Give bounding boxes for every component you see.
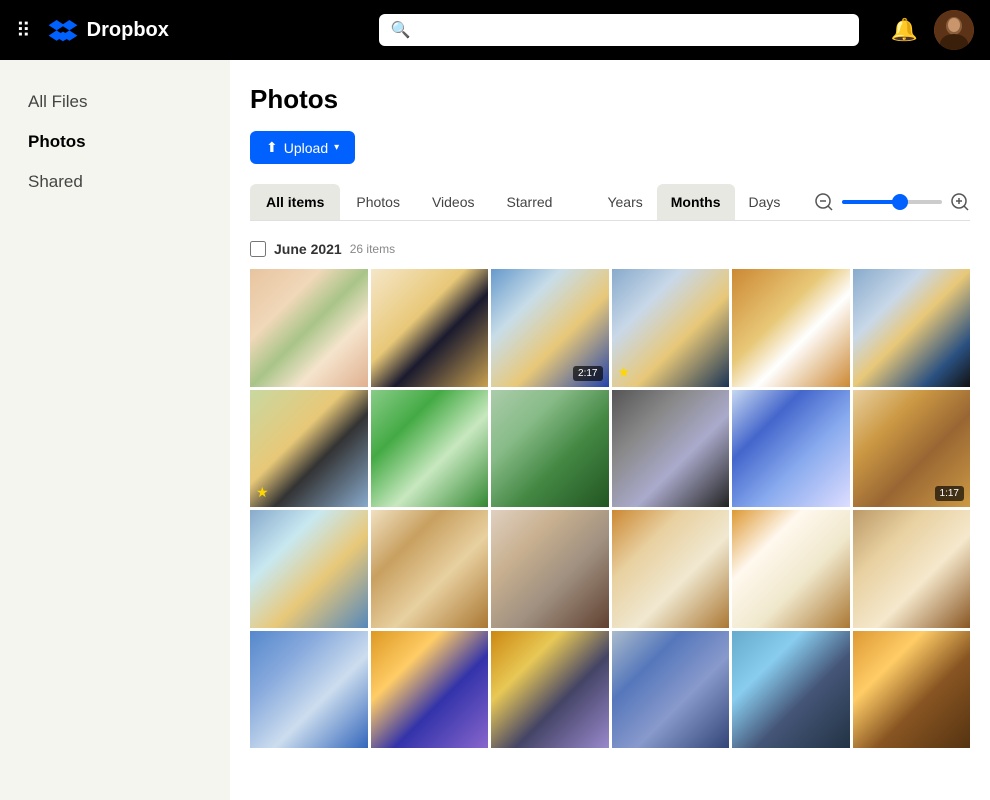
layout: All Files Photos Shared Photos ⬆ Upload … bbox=[0, 0, 990, 800]
sidebar-item-photos[interactable]: Photos bbox=[16, 124, 214, 160]
video-duration-badge-3: 2:17 bbox=[573, 366, 602, 381]
filter-starred[interactable]: Starred bbox=[491, 184, 569, 220]
filter-photos[interactable]: Photos bbox=[340, 184, 416, 220]
photo-cell-21[interactable] bbox=[491, 631, 609, 749]
photo-cell-18[interactable] bbox=[853, 510, 971, 628]
upload-button[interactable]: ⬆ Upload ▾ bbox=[250, 131, 355, 164]
page-title: Photos bbox=[250, 84, 970, 115]
photo-cell-1[interactable] bbox=[250, 269, 368, 387]
avatar[interactable] bbox=[934, 10, 974, 50]
photo-cell-3[interactable]: 2:17 bbox=[491, 269, 609, 387]
zoom-control bbox=[814, 192, 970, 212]
photo-cell-13[interactable] bbox=[250, 510, 368, 628]
sidebar-item-all-files[interactable]: All Files bbox=[16, 84, 214, 120]
topbar: ⠿ Dropbox 🔍 🔔 bbox=[0, 0, 990, 60]
photo-cell-23[interactable] bbox=[732, 631, 850, 749]
time-years[interactable]: Years bbox=[593, 184, 656, 220]
notifications-icon[interactable]: 🔔 bbox=[891, 17, 918, 43]
zoom-in-icon bbox=[950, 192, 970, 212]
upload-chevron-icon: ▾ bbox=[334, 142, 339, 153]
sidebar-item-shared[interactable]: Shared bbox=[16, 164, 214, 200]
photo-cell-10[interactable] bbox=[612, 390, 730, 508]
search-icon: 🔍 bbox=[391, 20, 411, 40]
photo-cell-15[interactable] bbox=[491, 510, 609, 628]
photo-cell-9[interactable] bbox=[491, 390, 609, 508]
photo-cell-17[interactable] bbox=[732, 510, 850, 628]
photo-cell-24[interactable] bbox=[853, 631, 971, 749]
photo-cell-8[interactable] bbox=[371, 390, 489, 508]
photo-cell-12[interactable]: 1:17 bbox=[853, 390, 971, 508]
upload-icon: ⬆ bbox=[266, 139, 278, 156]
time-months[interactable]: Months bbox=[657, 184, 735, 220]
content-filter-group: All items Photos Videos Starred bbox=[250, 184, 568, 220]
photo-cell-4[interactable]: ★ bbox=[612, 269, 730, 387]
section-header-june-2021: June 2021 26 items bbox=[250, 241, 970, 257]
photo-cell-6[interactable] bbox=[853, 269, 971, 387]
sidebar: All Files Photos Shared bbox=[0, 60, 230, 800]
zoom-slider[interactable] bbox=[842, 200, 942, 204]
star-badge-4: ★ bbox=[618, 364, 631, 381]
photo-cell-11[interactable] bbox=[732, 390, 850, 508]
photo-cell-7[interactable]: ★ bbox=[250, 390, 368, 508]
logo-area: Dropbox bbox=[47, 14, 169, 46]
search-input[interactable] bbox=[419, 22, 847, 38]
filter-videos[interactable]: Videos bbox=[416, 184, 491, 220]
section-title: June 2021 bbox=[274, 241, 342, 257]
search-bar[interactable]: 🔍 bbox=[379, 14, 859, 46]
filter-bar: All items Photos Videos Starred Years Mo… bbox=[250, 184, 970, 221]
photo-cell-20[interactable] bbox=[371, 631, 489, 749]
time-days[interactable]: Days bbox=[735, 184, 795, 220]
photo-cell-2[interactable] bbox=[371, 269, 489, 387]
dropbox-logo-icon bbox=[47, 14, 79, 46]
photo-cell-19[interactable] bbox=[250, 631, 368, 749]
zoom-out-button[interactable] bbox=[814, 192, 834, 212]
section-count: 26 items bbox=[350, 242, 395, 256]
photo-cell-14[interactable] bbox=[371, 510, 489, 628]
main-content: Photos ⬆ Upload ▾ All items Photos Video… bbox=[230, 60, 990, 800]
time-filter-group: Years Months Days bbox=[593, 184, 794, 220]
video-duration-badge-12: 1:17 bbox=[935, 486, 964, 501]
star-badge-7: ★ bbox=[256, 484, 269, 501]
section-checkbox-june-2021[interactable] bbox=[250, 241, 266, 257]
avatar-image bbox=[934, 10, 974, 50]
zoom-in-button[interactable] bbox=[950, 192, 970, 212]
zoom-out-icon bbox=[814, 192, 834, 212]
upload-label: Upload bbox=[284, 140, 328, 156]
photo-cell-22[interactable] bbox=[612, 631, 730, 749]
apps-grid-icon[interactable]: ⠿ bbox=[16, 18, 31, 43]
filter-all-items[interactable]: All items bbox=[250, 184, 340, 220]
topbar-right: 🔔 bbox=[891, 10, 974, 50]
photo-cell-16[interactable] bbox=[612, 510, 730, 628]
photo-grid: 2:17 ★ ★ 1:17 bbox=[250, 269, 970, 748]
photo-cell-5[interactable] bbox=[732, 269, 850, 387]
app-name: Dropbox bbox=[87, 19, 169, 42]
